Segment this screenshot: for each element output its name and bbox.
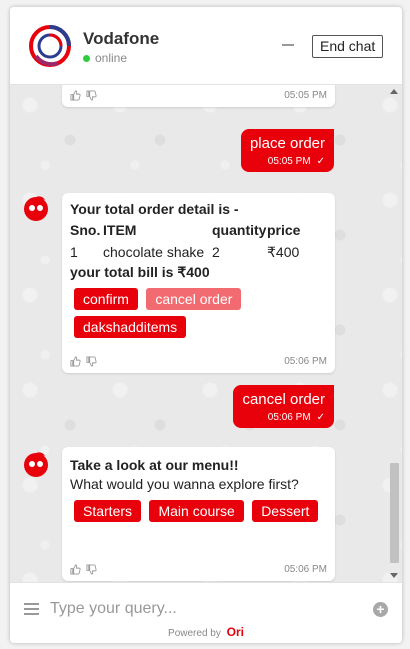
end-chat-button[interactable]: End chat xyxy=(312,35,384,58)
message-meta: 05:05 PM ✓ xyxy=(250,156,325,167)
row-sno: 1 xyxy=(70,244,78,260)
previous-bot-card: 05:05 PM xyxy=(62,85,335,107)
confirm-button[interactable]: confirm xyxy=(74,288,138,310)
status-text: online xyxy=(95,51,128,65)
scroll-up-icon[interactable] xyxy=(390,89,398,94)
message-time: 05:06 PM xyxy=(267,412,311,423)
status-indicator: online xyxy=(83,51,127,65)
chat-header: Vodafone online End chat xyxy=(10,7,402,85)
check-icon: ✓ xyxy=(316,156,325,167)
main-course-button[interactable]: Main course xyxy=(149,500,244,522)
user-message-text: place order xyxy=(249,135,325,152)
card-footer: 05:05 PM xyxy=(70,89,327,101)
powered-by: Powered by Ori xyxy=(10,625,402,639)
scroll-down-icon[interactable] xyxy=(390,573,398,578)
card-footer: 05:06 PM xyxy=(70,355,327,367)
thumbs-up-icon[interactable] xyxy=(70,355,81,367)
header-sno: Sno. xyxy=(70,222,101,238)
menu-title: Take a look at our menu!! xyxy=(70,457,239,473)
query-input[interactable] xyxy=(50,595,360,623)
thumbs-up-icon[interactable] xyxy=(70,563,81,575)
powered-by-text: Powered by xyxy=(168,628,221,639)
menu-options: Starters Main course Dessert xyxy=(74,500,327,528)
composer: + Powered by Ori xyxy=(10,582,402,643)
order-table-header: Sno. ITEM quantity price xyxy=(70,219,300,241)
thumbs-up-icon[interactable] xyxy=(70,89,81,101)
vodafone-logo xyxy=(29,25,71,67)
thumbs-down-icon[interactable] xyxy=(86,563,97,575)
order-title: Your total order detail is - xyxy=(70,201,239,217)
message-time: 05:06 PM xyxy=(284,355,327,367)
brand-title: Vodafone xyxy=(83,29,160,48)
table-row: 1 chocolate shake 2 ₹400 xyxy=(70,241,300,263)
header-quantity: quantity xyxy=(212,222,267,238)
thumbs-down-icon[interactable] xyxy=(86,89,97,101)
add-items-button[interactable]: dakshadditems xyxy=(74,316,187,338)
order-detail-card: Your total order detail is - Sno. ITEM q… xyxy=(62,193,335,373)
menu-card: Take a look at our menu!! What would you… xyxy=(62,447,335,581)
order-table: Sno. ITEM quantity price 1 chocolate sha… xyxy=(70,219,300,263)
dessert-button[interactable]: Dessert xyxy=(252,500,319,522)
header-item: ITEM xyxy=(103,222,137,238)
chat-window: Vodafone online End chat 05:05 PM place … xyxy=(10,7,402,643)
bot-avatar-icon xyxy=(24,452,48,477)
minimize-button[interactable] xyxy=(276,33,300,55)
row-item: chocolate shake xyxy=(103,244,205,260)
user-message-bubble: place order 05:05 PM ✓ xyxy=(240,129,334,172)
user-message-text: cancel order xyxy=(242,391,325,408)
card-footer: 05:06 PM xyxy=(70,563,327,575)
chat-messages[interactable]: 05:05 PM place order 05:05 PM ✓ Your tot… xyxy=(10,85,402,582)
user-message-bubble: cancel order 05:06 PM ✓ xyxy=(233,385,334,428)
message-time: 05:05 PM xyxy=(267,156,311,167)
starters-button[interactable]: Starters xyxy=(74,500,142,522)
bot-avatar-icon xyxy=(24,196,48,221)
order-actions: confirm cancel order dakshadditems xyxy=(74,288,327,344)
check-icon: ✓ xyxy=(316,412,325,423)
ori-logo: Ori xyxy=(226,625,244,639)
message-meta: 05:06 PM ✓ xyxy=(242,412,325,423)
header-price: price xyxy=(267,222,301,238)
thumbs-down-icon[interactable] xyxy=(86,355,97,367)
menu-subtitle: What would you wanna explore first? xyxy=(70,476,299,492)
scrollbar-thumb[interactable] xyxy=(390,463,399,563)
add-attachment-icon[interactable]: + xyxy=(373,602,388,617)
hamburger-menu-icon[interactable] xyxy=(24,603,39,615)
minimize-icon xyxy=(282,44,294,46)
cancel-order-button[interactable]: cancel order xyxy=(146,288,242,310)
message-time: 05:06 PM xyxy=(284,563,327,575)
row-quantity: 2 xyxy=(212,244,220,260)
order-total: your total bill is ₹400 xyxy=(70,264,210,280)
message-time: 05:05 PM xyxy=(284,89,327,101)
online-dot-icon xyxy=(83,54,90,62)
row-price: ₹400 xyxy=(267,243,300,260)
